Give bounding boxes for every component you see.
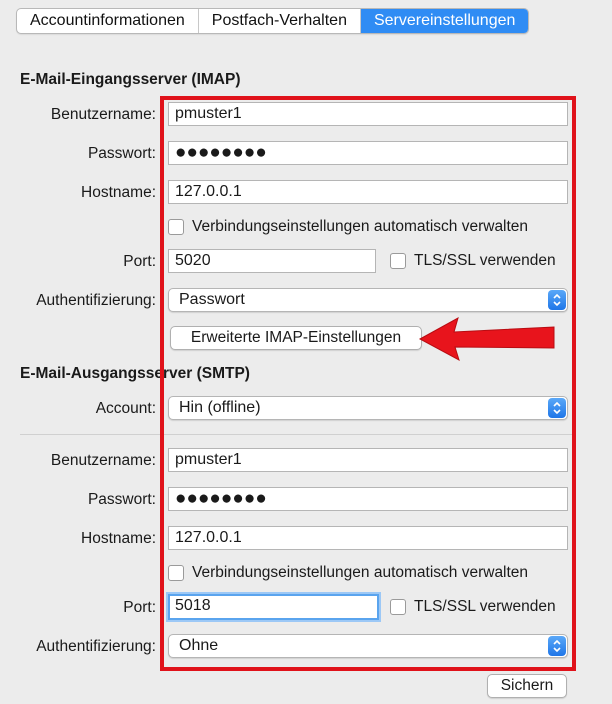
section-divider — [20, 434, 572, 435]
imap-password-label: Passwort: — [87, 145, 156, 162]
imap-auto-manage-label: Verbindungseinstellungen automatisch ver… — [192, 218, 529, 235]
imap-auto-manage-checkbox[interactable] — [168, 219, 184, 235]
imap-section-heading: E-Mail-Eingangsserver (IMAP) — [20, 71, 241, 88]
smtp-password-label: Passwort: — [87, 491, 156, 508]
red-arrow-icon — [418, 316, 555, 362]
imap-hostname-field[interactable]: 127.0.0.1 — [168, 180, 568, 204]
chevron-up-down-icon — [548, 636, 566, 656]
tab-server-settings[interactable]: Servereinstellungen — [360, 9, 529, 33]
imap-port-label: Port: — [123, 253, 156, 270]
smtp-hostname-field[interactable]: 127.0.0.1 — [168, 526, 568, 550]
advanced-imap-settings-button[interactable]: Erweiterte IMAP-Einstellungen — [170, 326, 422, 350]
tab-mailbox-behavior[interactable]: Postfach-Verhalten — [199, 9, 361, 33]
imap-username-field[interactable]: pmuster1 — [168, 102, 568, 126]
smtp-port-label: Port: — [123, 599, 156, 616]
chevron-up-down-icon — [548, 290, 566, 310]
smtp-auto-manage-checkbox[interactable] — [168, 565, 184, 581]
smtp-auth-label: Authentifizierung: — [36, 638, 156, 655]
imap-username-label: Benutzername: — [50, 106, 156, 123]
smtp-account-label: Account: — [95, 400, 156, 417]
smtp-auth-value: Ohne — [179, 637, 219, 654]
imap-auth-popup[interactable]: Passwort — [168, 288, 568, 312]
smtp-password-field[interactable]: ●●●●●●●● — [168, 487, 568, 511]
tab-account-info[interactable]: Accountinformationen — [17, 9, 199, 33]
smtp-hostname-label: Hostname: — [81, 530, 156, 547]
smtp-account-popup[interactable]: Hin (offline) — [168, 396, 568, 420]
imap-port-field[interactable]: 5020 — [168, 249, 376, 273]
smtp-auto-manage-label: Verbindungseinstellungen automatisch ver… — [192, 564, 529, 581]
smtp-port-field[interactable]: 5018 — [168, 594, 379, 620]
imap-auth-value: Passwort — [179, 291, 245, 308]
smtp-section-heading: E-Mail-Ausgangsserver (SMTP) — [20, 365, 250, 382]
tab-bar: Accountinformationen Postfach-Verhalten … — [16, 8, 530, 34]
smtp-username-label: Benutzername: — [50, 452, 156, 469]
smtp-tls-label: TLS/SSL verwenden — [414, 598, 556, 615]
imap-password-field[interactable]: ●●●●●●●● — [168, 141, 568, 165]
smtp-auth-popup[interactable]: Ohne — [168, 634, 568, 658]
chevron-up-down-icon — [548, 398, 566, 418]
smtp-username-field[interactable]: pmuster1 — [168, 448, 568, 472]
smtp-account-value: Hin (offline) — [179, 399, 261, 416]
imap-auth-label: Authentifizierung: — [36, 292, 156, 309]
imap-hostname-label: Hostname: — [81, 184, 156, 201]
imap-tls-checkbox[interactable] — [390, 253, 406, 269]
smtp-tls-checkbox[interactable] — [390, 599, 406, 615]
save-button[interactable]: Sichern — [487, 674, 567, 698]
imap-tls-label: TLS/SSL verwenden — [414, 252, 556, 269]
